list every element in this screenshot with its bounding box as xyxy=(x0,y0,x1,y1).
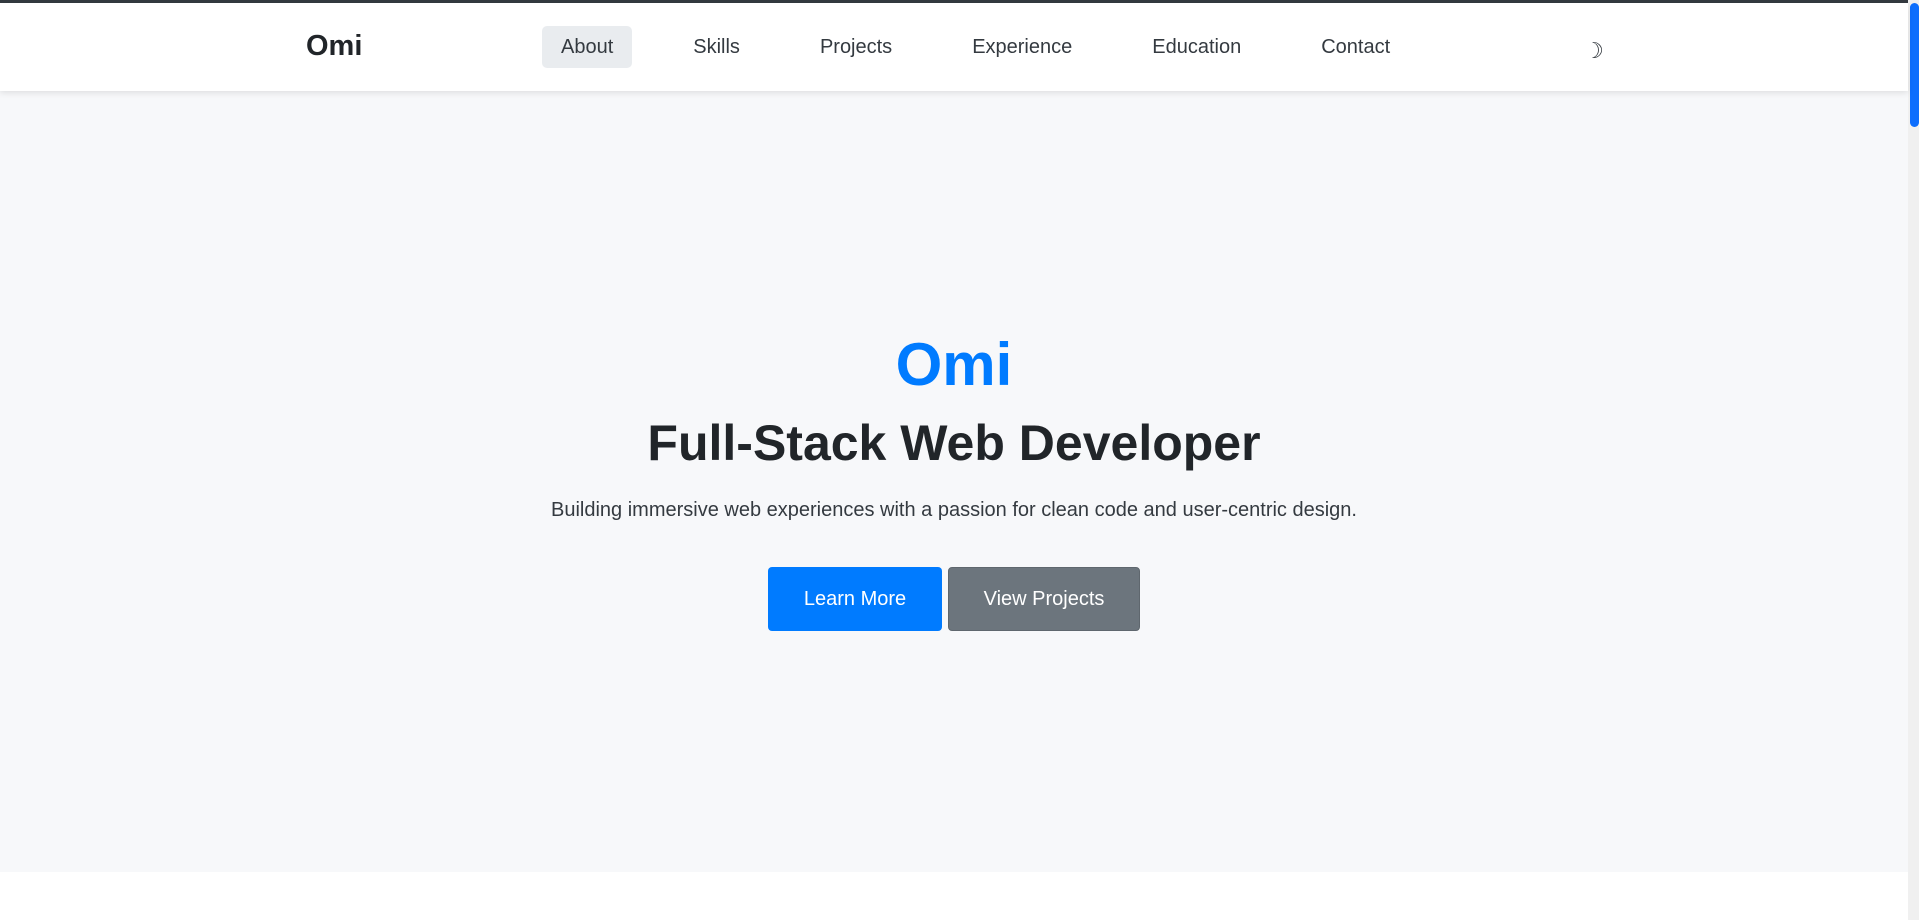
hero-section: Omi Full-Stack Web Developer Building im… xyxy=(0,91,1908,872)
scrollbar[interactable] xyxy=(1908,0,1919,920)
nav-item-contact[interactable]: Contact xyxy=(1302,26,1409,68)
hero-tagline: Building immersive web experiences with … xyxy=(551,499,1357,521)
nav-item-skills[interactable]: Skills xyxy=(674,26,759,68)
next-section xyxy=(0,872,1908,920)
hero-title: Full-Stack Web Developer xyxy=(647,415,1261,471)
view-projects-button[interactable]: View Projects xyxy=(948,567,1140,631)
scrollbar-thumb[interactable] xyxy=(1910,3,1919,127)
learn-more-button[interactable]: Learn More xyxy=(768,567,942,631)
nav-links: About Skills Projects Experience Educati… xyxy=(542,26,1451,68)
hero-name: Omi xyxy=(895,331,1013,398)
nav-item-experience[interactable]: Experience xyxy=(953,26,1091,68)
navbar: Omi About Skills Projects Experience Edu… xyxy=(0,3,1908,91)
theme-toggle-button[interactable]: ☽ xyxy=(1578,35,1610,67)
hero-buttons: Learn More View Projects xyxy=(768,567,1140,631)
nav-item-about[interactable]: About xyxy=(542,26,633,68)
nav-item-projects[interactable]: Projects xyxy=(801,26,911,68)
brand-logo[interactable]: Omi xyxy=(306,30,362,63)
moon-icon: ☽ xyxy=(1584,38,1604,63)
nav-item-education[interactable]: Education xyxy=(1133,26,1260,68)
